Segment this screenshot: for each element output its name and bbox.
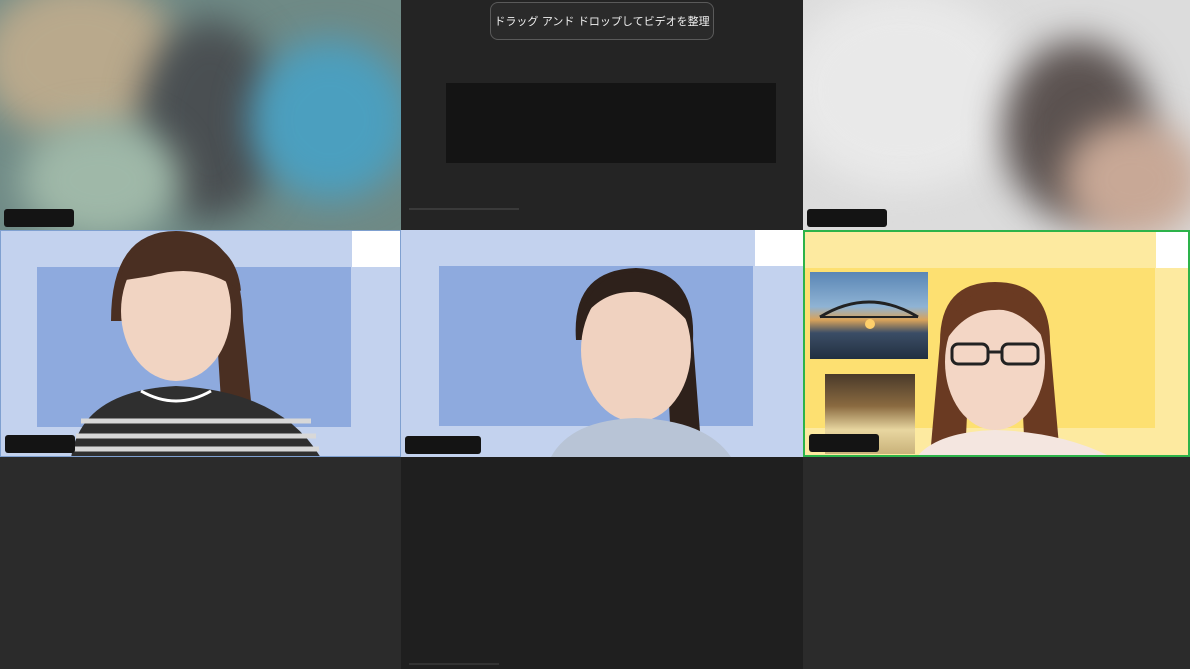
participant-person xyxy=(918,282,1108,455)
participant-person xyxy=(71,231,320,456)
drag-drop-hint-banner: ドラッグ アンド ドロップしてビデオを整理 xyxy=(490,2,714,40)
empty-tile-8 xyxy=(401,457,803,669)
video-tile-5[interactable] xyxy=(401,230,803,457)
participant-name-bar xyxy=(4,209,74,227)
participant-name-bar xyxy=(405,436,481,454)
video-tile-1[interactable] xyxy=(0,0,401,230)
shared-screen-caption-line xyxy=(409,208,519,210)
participant-name-bar xyxy=(5,435,75,453)
video-tile-3[interactable] xyxy=(803,0,1190,230)
empty-tile-7 xyxy=(0,457,401,669)
participant-name-bar xyxy=(809,434,879,452)
participant-name-bar xyxy=(807,209,887,227)
empty-tile-9 xyxy=(803,457,1190,669)
tile-footer-line xyxy=(409,663,499,665)
video-gallery-grid: ドラッグ アンド ドロップしてビデオを整理 xyxy=(0,0,1190,669)
video-tile-6-active-speaker[interactable] xyxy=(803,230,1190,457)
participant-person xyxy=(551,268,731,457)
video-tile-4[interactable] xyxy=(0,230,401,457)
shared-screen-panel xyxy=(446,83,776,163)
